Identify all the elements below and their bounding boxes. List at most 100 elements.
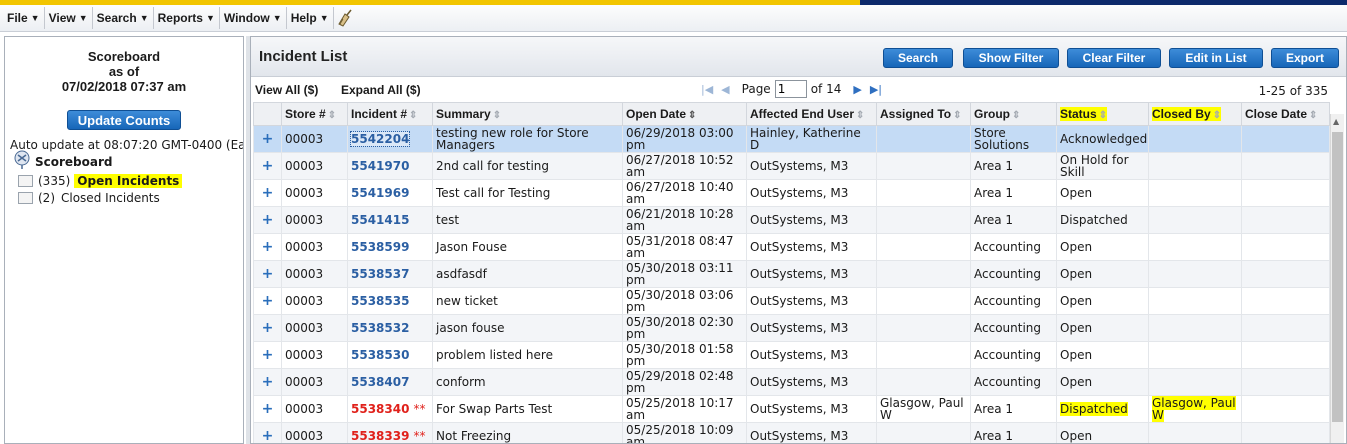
caret-down-icon: ▼ (205, 13, 215, 23)
col-close-date[interactable]: Close Date ⇕ (1241, 102, 1330, 126)
first-page-icon[interactable]: |◀ (701, 83, 713, 96)
col-group[interactable]: Group ⇕ (970, 102, 1057, 126)
cell-incident: 5538537 (347, 260, 433, 288)
col-summary[interactable]: Summary ⇕ (432, 102, 623, 126)
next-page-icon[interactable]: ▶ (853, 83, 861, 96)
cell-affected-user: OutSystems, M3 (746, 287, 877, 315)
caret-down-icon: ▼ (319, 13, 329, 23)
show-filter-button[interactable]: Show Filter (963, 48, 1059, 68)
cell-closed-by (1148, 341, 1242, 369)
table-row[interactable]: +00003 5538532 jason fouse 05/30/2018 02:30… (253, 314, 1330, 342)
menu-help[interactable]: Help ▼ (287, 7, 334, 29)
table-row[interactable]: +00003 5541969 Test call for Testing 06/27/… (253, 179, 1330, 207)
tree-item-open-incidents[interactable]: (335) Open Incidents (18, 174, 183, 188)
menu-file-label: File (7, 11, 28, 25)
menu-window[interactable]: Window ▼ (220, 7, 287, 29)
table-row[interactable]: +00003 5541415 test 06/21/2018 10:28 am OutS… (253, 206, 1330, 234)
expand-row-icon[interactable]: + (253, 287, 282, 315)
expand-row-icon[interactable]: + (253, 395, 282, 423)
cell-closed-by (1148, 287, 1242, 315)
search-button[interactable]: Search (883, 48, 953, 68)
cell-summary: problem listed here (432, 341, 623, 369)
scroll-up-icon[interactable]: ▲ (1333, 117, 1339, 126)
export-button[interactable]: Export (1271, 48, 1339, 68)
incident-link[interactable]: 5538340 (351, 402, 409, 416)
cell-summary: Not Freezing (432, 422, 623, 443)
tree-item-closed-incidents[interactable]: (2) Closed Incidents (18, 191, 160, 205)
cell-incident: 5541970 (347, 152, 433, 180)
table-row[interactable]: +00003 5538340 ** For Swap Parts Test 05/25/… (253, 395, 1330, 423)
cell-close-date (1241, 233, 1330, 261)
menu-view[interactable]: View ▼ (45, 7, 93, 29)
incident-link[interactable]: 5541970 (351, 159, 409, 173)
expand-all-link[interactable]: Expand All ($) (341, 83, 421, 97)
table-row[interactable]: +00003 5538537 asdfasdf 05/30/2018 03:11 pm… (253, 260, 1330, 288)
incident-link[interactable]: 5538532 (351, 321, 409, 335)
broom-icon[interactable] (334, 7, 356, 29)
incident-link[interactable]: 5538407 (351, 375, 409, 389)
expand-row-icon[interactable]: + (253, 179, 282, 207)
cell-store: 00003 (281, 287, 348, 315)
col-open-date[interactable]: Open Date ⇕ (622, 102, 747, 126)
prev-page-icon[interactable]: ◀ (721, 83, 729, 96)
incident-link[interactable]: 5541969 (351, 186, 409, 200)
col-assigned-to[interactable]: Assigned To ⇕ (876, 102, 971, 126)
cell-group: Accounting (970, 341, 1057, 369)
table-row[interactable]: +00003 5542204 testing new role for Store … (253, 125, 1330, 153)
vertical-scrollbar[interactable]: ▲ (1330, 114, 1344, 443)
folder-icon (18, 192, 33, 204)
expand-row-icon[interactable]: + (253, 341, 282, 369)
view-all-link[interactable]: View All ($) (255, 83, 318, 97)
tree-root-scoreboard[interactable]: Scoreboard (13, 150, 113, 173)
col-incident[interactable]: Incident # ⇕ (347, 102, 433, 126)
page-input[interactable] (774, 80, 807, 98)
priority-stars: ** (413, 402, 426, 416)
table-row[interactable]: +00003 5538599 Jason Fouse 05/31/2018 08:47… (253, 233, 1330, 261)
table-row[interactable]: +00003 5538530 problem listed here 05/30/20… (253, 341, 1330, 369)
cell-store: 00003 (281, 125, 348, 153)
cell-close-date (1241, 422, 1330, 443)
cell-assigned-to (876, 179, 971, 207)
expand-row-icon[interactable]: + (253, 260, 282, 288)
incident-link[interactable]: 5538535 (351, 294, 409, 308)
cell-assigned-to (876, 314, 971, 342)
cell-group: Area 1 (970, 395, 1057, 423)
expand-row-icon[interactable]: + (253, 233, 282, 261)
menu-file[interactable]: File ▼ (3, 7, 45, 29)
clear-filter-button[interactable]: Clear Filter (1067, 48, 1161, 68)
expand-row-icon[interactable]: + (253, 125, 282, 153)
table-row[interactable]: +00003 5538339 ** Not Freezing 05/25/2018 10… (253, 422, 1330, 443)
col-affected-user[interactable]: Affected End User ⇕ (746, 102, 877, 126)
table-row[interactable]: +00003 5538407 conform 05/29/2018 02:48 pm O… (253, 368, 1330, 396)
expand-row-icon[interactable]: + (253, 206, 282, 234)
cell-status: Dispatched (1056, 395, 1149, 423)
expand-row-icon[interactable]: + (253, 314, 282, 342)
incident-link[interactable]: 5542204 (349, 131, 411, 147)
cell-status: Open (1056, 314, 1149, 342)
incident-link[interactable]: 5538537 (351, 267, 409, 281)
incident-link[interactable]: 5541415 (351, 213, 409, 227)
menu-reports[interactable]: Reports ▼ (154, 7, 220, 29)
table-row[interactable]: +00003 5541970 2nd call for testing 06/27/2… (253, 152, 1330, 180)
col-closed-by[interactable]: Closed By ⇕ (1148, 102, 1242, 126)
cell-affected-user: OutSystems, M3 (746, 260, 877, 288)
incident-link[interactable]: 5538530 (351, 348, 409, 362)
scoreboard-as-of: as of (108, 64, 140, 79)
update-counts-button[interactable]: Update Counts (67, 110, 181, 130)
menu-search[interactable]: Search ▼ (93, 7, 154, 29)
expand-row-icon[interactable]: + (253, 152, 282, 180)
scrollbar-thumb[interactable] (1332, 132, 1343, 422)
edit-in-list-button[interactable]: Edit in List (1169, 48, 1263, 68)
table-row[interactable]: +00003 5538535 new ticket 05/30/2018 03:06 … (253, 287, 1330, 315)
cell-store: 00003 (281, 233, 348, 261)
col-store[interactable]: Store # ⇕ (281, 102, 348, 126)
cell-summary: asdfasdf (432, 260, 623, 288)
incident-link[interactable]: 5538599 (351, 240, 409, 254)
incident-link[interactable]: 5538339 (351, 429, 409, 443)
expand-row-icon[interactable]: + (253, 422, 282, 443)
cell-affected-user: OutSystems, M3 (746, 152, 877, 180)
sort-icon: ⇕ (1212, 110, 1222, 121)
col-status[interactable]: Status ⇕ (1056, 102, 1149, 126)
last-page-icon[interactable]: ▶| (870, 83, 882, 96)
expand-row-icon[interactable]: + (253, 368, 282, 396)
